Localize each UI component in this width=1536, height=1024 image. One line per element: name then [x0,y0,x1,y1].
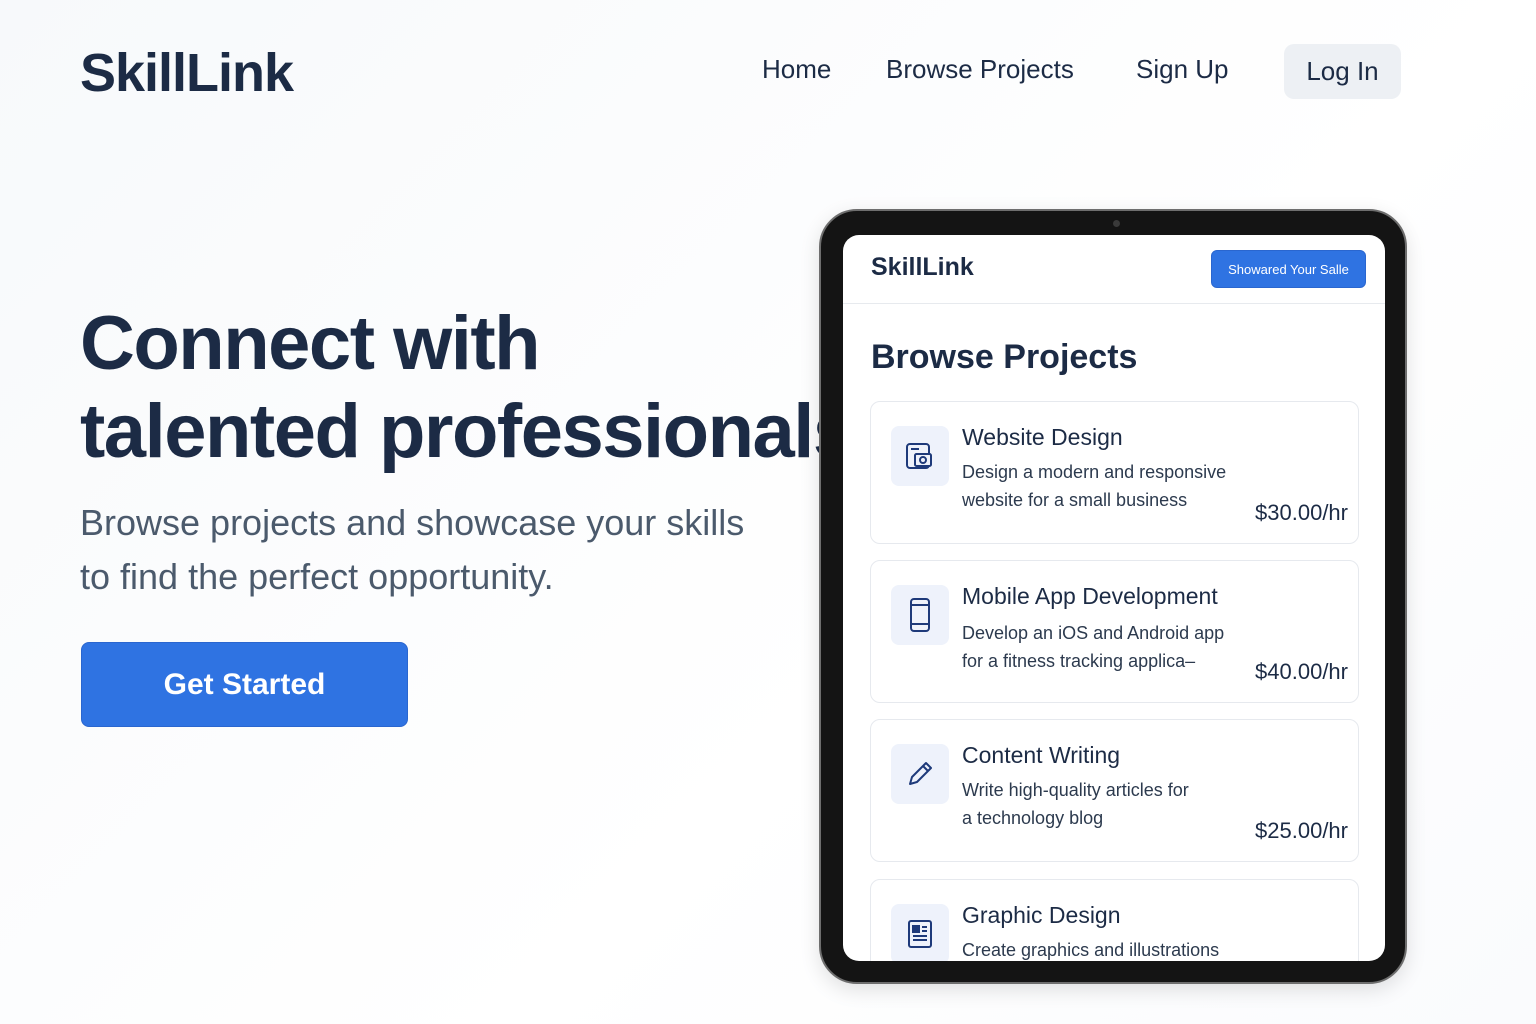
project-price: $25.00/hr [1255,818,1348,843]
mobile-phone-icon [891,585,949,645]
hero-subtitle-line-2: to find the perfect opportunity. [80,556,554,597]
app-header: SkillLink Showared Your Salle [843,235,1385,304]
nav-browse-projects-link[interactable]: Browse Projects [886,54,1074,85]
nav-home-link[interactable]: Home [762,54,831,85]
project-description: Create graphics and illustrations [962,936,1252,961]
get-started-button[interactable]: Get Started [81,642,408,727]
project-card-content-writing[interactable]: Content Writing Write high-quality artic… [870,719,1359,862]
hero-title: Connect with talented professionals [80,300,860,476]
project-description: Design a modern and responsive website f… [962,458,1252,514]
hero-title-line-1: Connect with [80,301,541,386]
web-design-icon [891,426,949,486]
project-desc-line-1: Develop an iOS and Android app [962,623,1225,643]
hero-subtitle: Browse projects and showcase your skills… [80,496,780,604]
graphic-design-icon [891,904,949,961]
project-desc-line-2: for a fitness tracking applica– [962,651,1196,671]
project-description: Write high-quality articles for a techno… [962,776,1252,832]
hero-title-line-2: talented professionals [80,389,855,474]
project-desc-line-2: a technology blog [962,808,1104,828]
project-card-website-design[interactable]: Website Design Design a modern and respo… [870,401,1359,544]
project-card-graphic-design[interactable]: Graphic Design Create graphics and illus… [870,879,1359,961]
top-nav: Home Browse Projects Sign Up Log In [0,44,1536,100]
tablet-mockup: SkillLink Showared Your Salle Browse Pro… [819,209,1407,984]
hero-subtitle-line-1: Browse projects and showcase your skills [80,502,745,543]
project-title: Mobile App Development [962,583,1218,609]
project-card-mobile-app[interactable]: Mobile App Development Develop an iOS an… [870,560,1359,703]
nav-sign-up-link[interactable]: Sign Up [1136,54,1229,85]
project-price: $40.00/hr [1255,659,1348,684]
tablet-camera [1113,220,1120,227]
project-title: Content Writing [962,742,1121,768]
app-header-button[interactable]: Showared Your Salle [1211,250,1366,288]
project-description: Develop an iOS and Android app for a fit… [962,619,1252,675]
app-brand[interactable]: SkillLink [871,253,974,282]
app-heading: Browse Projects [871,338,1138,376]
project-desc-line-1: Design a modern and responsive [962,462,1227,482]
project-title: Graphic Design [962,902,1121,928]
project-title: Website Design [962,424,1123,450]
project-desc-line-1: Write high-quality articles for [962,780,1189,800]
pencil-icon [891,744,949,804]
project-price: $30.00/hr [1255,500,1348,525]
log-in-button[interactable]: Log In [1284,44,1401,99]
project-desc-line-1: Create graphics and illustrations [962,940,1220,960]
project-desc-line-2: website for a small business [962,490,1188,510]
tablet-screen: SkillLink Showared Your Salle Browse Pro… [843,235,1385,961]
